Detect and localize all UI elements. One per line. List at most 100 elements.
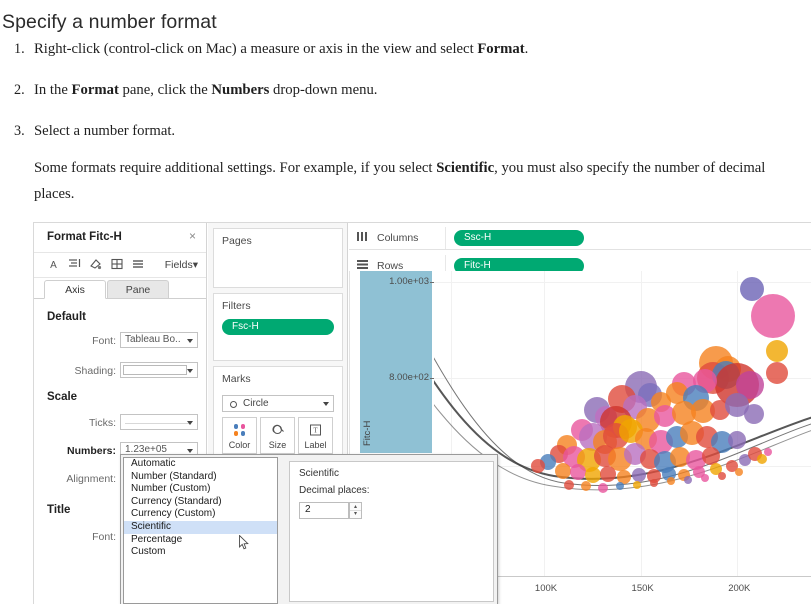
menu-item-scientific[interactable]: Scientific — [124, 520, 277, 534]
svg-text:T: T — [313, 427, 318, 435]
list-item: 3. Select a number format. — [0, 122, 811, 142]
menu-item-currency-custom[interactable]: Currency (Custom) — [124, 508, 277, 521]
scatter-point[interactable] — [649, 478, 658, 487]
scatter-point[interactable] — [683, 475, 692, 484]
shading-select[interactable] — [120, 362, 198, 378]
marks-color-button[interactable]: Color — [222, 417, 257, 454]
list-item-text: Right-click (control-click on Mac) a mea… — [34, 41, 529, 57]
ticks-field-label: Ticks: — [88, 417, 116, 429]
tableau-screenshot: Format Fitc-H × A Fields▾ Axis Pane Defa… — [33, 222, 811, 604]
lines-icon-svg — [132, 260, 143, 268]
scatter-point[interactable] — [580, 481, 591, 492]
marks-type-select[interactable]: Circle — [222, 395, 334, 412]
scatter-point[interactable] — [751, 294, 796, 339]
format-tabs: Axis Pane — [34, 278, 206, 299]
close-icon[interactable]: × — [189, 230, 196, 242]
lines-icon[interactable] — [130, 258, 145, 273]
menu-item-currency-standard[interactable]: Currency (Standard) — [124, 496, 277, 509]
scatter-point[interactable] — [765, 339, 788, 362]
scatter-point[interactable] — [563, 479, 574, 490]
borders-icon[interactable] — [109, 258, 124, 273]
shading-swatch — [123, 365, 187, 375]
note-text: Some formats require additional settings… — [34, 159, 766, 202]
list-item-text: In the Format pane, click the Numbers dr… — [34, 81, 378, 98]
numbers-format-list[interactable]: Automatic Number (Standard) Number (Custom… — [123, 457, 278, 604]
format-pane-title: Format Fitc-H — [47, 231, 122, 243]
scatter-point[interactable] — [718, 471, 727, 480]
borders-icon-svg — [110, 258, 123, 270]
columns-label: Columns — [377, 232, 419, 244]
menu-item-percentage[interactable]: Percentage — [124, 534, 277, 547]
filter-pill-fsc-h[interactable]: Fsc-H — [222, 319, 334, 335]
list-item-number: 2. — [14, 81, 25, 98]
stepper-down-icon[interactable]: ▾ — [350, 510, 361, 518]
decimal-places-label: Decimal places: — [299, 485, 370, 496]
font-field-label: Font: — [92, 335, 116, 347]
marks-size-button[interactable]: Size — [260, 417, 295, 454]
decimal-places-input[interactable]: 2 — [299, 502, 349, 519]
menu-item-number-standard[interactable]: Number (Standard) — [124, 471, 277, 484]
numbers-format-popup[interactable]: Automatic Number (Standard) Number (Custom… — [120, 454, 498, 604]
instruction-list: 1. Right-click (control-click on Mac) a … — [0, 40, 811, 207]
scatter-point[interactable] — [597, 482, 608, 493]
menu-item-custom[interactable]: Custom — [124, 546, 277, 559]
numbers-field-label: Numbers: — [66, 445, 116, 457]
chevron-down-icon — [323, 402, 329, 406]
scientific-settings-panel: Scientific Decimal places: 2 ▴ ▾ — [289, 461, 494, 602]
scientific-panel-title: Scientific — [299, 468, 340, 479]
ticks-preview — [125, 423, 189, 424]
font-select[interactable]: Tableau Bo.. — [120, 332, 198, 348]
circle-icon — [230, 400, 237, 408]
columns-shelf[interactable]: Columns Ssc-H — [349, 227, 811, 250]
fields-dropdown[interactable]: Fields▾ — [165, 259, 198, 271]
section-scale: Scale — [47, 391, 78, 403]
filters-label: Filters — [222, 300, 251, 312]
shading-icon[interactable] — [88, 258, 103, 273]
decimal-places-value: 2 — [305, 504, 311, 515]
ticks-select[interactable] — [120, 414, 198, 430]
pages-label: Pages — [222, 235, 252, 247]
scatter-point[interactable] — [554, 462, 571, 479]
scatter-point[interactable] — [632, 480, 641, 489]
y-axis-tick-label: 8.00e+02 — [389, 371, 429, 383]
columns-pill-ssc-h[interactable]: Ssc-H — [454, 230, 584, 246]
title-font-label: Font: — [92, 531, 116, 543]
scatter-point[interactable] — [631, 467, 646, 482]
menu-item-automatic[interactable]: Automatic — [124, 458, 277, 471]
format-pane-header: Format Fitc-H × — [34, 223, 206, 253]
filters-card[interactable]: Filters Fsc-H — [213, 293, 343, 361]
x-axis-tick-label: 200K — [728, 583, 751, 594]
chevron-down-icon — [187, 421, 193, 425]
font-select-value: Tableau Bo.. — [125, 334, 181, 345]
marks-type-value: Circle — [243, 398, 269, 409]
marks-label: Marks — [222, 373, 251, 385]
chevron-down-icon — [187, 369, 193, 373]
menu-item-number-custom[interactable]: Number (Custom) — [124, 483, 277, 496]
list-item: 1. Right-click (control-click on Mac) a … — [0, 40, 811, 60]
x-axis-tick-label: 100K — [534, 583, 558, 594]
y-axis-tick-label: 1.00e+03 — [389, 275, 429, 287]
section-default: Default — [47, 311, 86, 323]
page-title: Specify a number format — [2, 11, 217, 34]
alignment-icon-svg — [69, 259, 81, 267]
scatter-point[interactable] — [615, 482, 624, 491]
columns-icon — [357, 232, 368, 244]
marks-label-label: Label — [304, 440, 327, 450]
color-dots-icon — [223, 423, 256, 441]
fields-label: Fields — [164, 259, 193, 271]
tab-pane[interactable]: Pane — [107, 280, 169, 299]
alignment-icon[interactable] — [67, 258, 82, 273]
page-root: Specify a number format 1. Right-click (… — [0, 0, 811, 604]
tab-axis[interactable]: Axis — [44, 280, 106, 299]
marks-size-label: Size — [268, 440, 287, 450]
size-icon — [261, 423, 294, 441]
marks-color-label: Color — [228, 440, 251, 450]
decimal-places-stepper[interactable]: ▴ ▾ — [349, 502, 362, 519]
scatter-point[interactable] — [701, 446, 720, 465]
mouse-cursor-icon — [239, 534, 250, 550]
list-item-number: 1. — [14, 41, 25, 57]
scatter-point[interactable] — [765, 362, 788, 385]
pages-card[interactable]: Pages — [213, 228, 343, 288]
marks-label-button[interactable]: T Label — [298, 417, 333, 454]
font-icon[interactable]: A — [46, 258, 61, 273]
